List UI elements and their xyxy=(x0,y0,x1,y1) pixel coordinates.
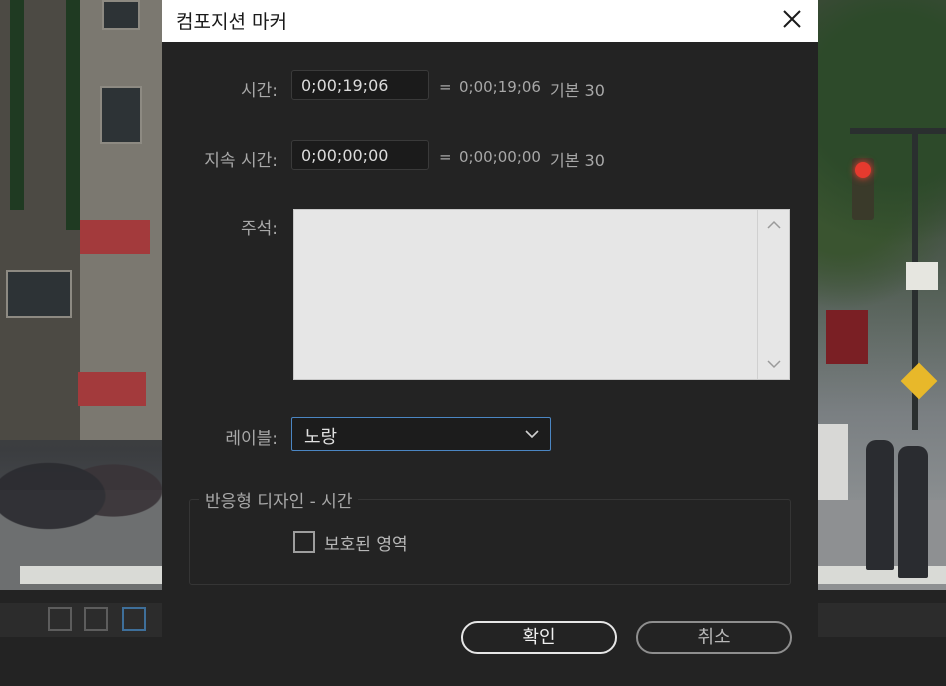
ok-button[interactable]: 확인 xyxy=(461,621,617,654)
protected-region-label[interactable]: 보호된 영역 xyxy=(324,530,408,555)
ivy xyxy=(66,0,80,230)
comment-textarea[interactable] xyxy=(293,209,790,380)
comment-label: 주석: xyxy=(240,219,278,239)
chevron-down-icon[interactable] xyxy=(767,359,781,369)
banner xyxy=(826,310,868,364)
window xyxy=(102,0,140,30)
duration-equals: = xyxy=(439,148,452,166)
duration-equivalent: 0;00;00;00 xyxy=(459,148,541,166)
awning xyxy=(80,220,150,254)
signal-arm xyxy=(850,128,946,134)
pedestrian xyxy=(898,446,928,578)
guide-tool-icon[interactable] xyxy=(122,607,146,631)
composition-marker-dialog: 컴포지션 마커 시간: 0;00;19;06 = 0;00;19;06 기본 3… xyxy=(162,0,818,686)
duration-label: 지속 시간: xyxy=(204,151,278,171)
van xyxy=(818,424,848,506)
close-icon xyxy=(783,10,801,28)
responsive-design-legend: 반응형 디자인 - 시간 xyxy=(199,487,359,512)
cancel-button[interactable]: 취소 xyxy=(636,621,792,654)
label-select-label: 레이블: xyxy=(225,429,278,449)
crosswalk xyxy=(20,566,110,584)
awning xyxy=(78,372,146,406)
protected-region-checkbox[interactable] xyxy=(293,531,315,553)
duration-base: 기본 30 xyxy=(550,151,605,170)
crosswalk xyxy=(110,566,162,584)
traffic-light-red xyxy=(855,162,871,178)
time-label: 시간: xyxy=(240,81,278,101)
mask-tool-icon[interactable] xyxy=(48,607,72,631)
window xyxy=(6,270,72,318)
title-bar: 컴포지션 마커 xyxy=(162,0,818,42)
time-base: 기본 30 xyxy=(550,81,605,100)
time-equals: = xyxy=(439,78,452,96)
ivy xyxy=(10,0,24,210)
duration-input[interactable]: 0;00;00;00 xyxy=(291,140,429,170)
window xyxy=(100,86,142,144)
label-color-select[interactable]: 노랑 xyxy=(291,417,551,451)
chevron-up-icon[interactable] xyxy=(767,220,781,230)
comment-scrollbar[interactable] xyxy=(757,210,789,379)
pedestrian xyxy=(866,440,894,570)
street-sign xyxy=(906,262,938,290)
time-equivalent: 0;00;19;06 xyxy=(459,78,541,96)
close-button[interactable] xyxy=(774,2,810,36)
transparency-grid-icon[interactable] xyxy=(84,607,108,631)
pedestrians-left xyxy=(0,430,162,540)
label-select-value: 노랑 xyxy=(304,427,338,448)
dialog-title: 컴포지션 마커 xyxy=(176,11,287,33)
chevron-down-icon xyxy=(525,430,539,439)
time-input[interactable]: 0;00;19;06 xyxy=(291,70,429,100)
